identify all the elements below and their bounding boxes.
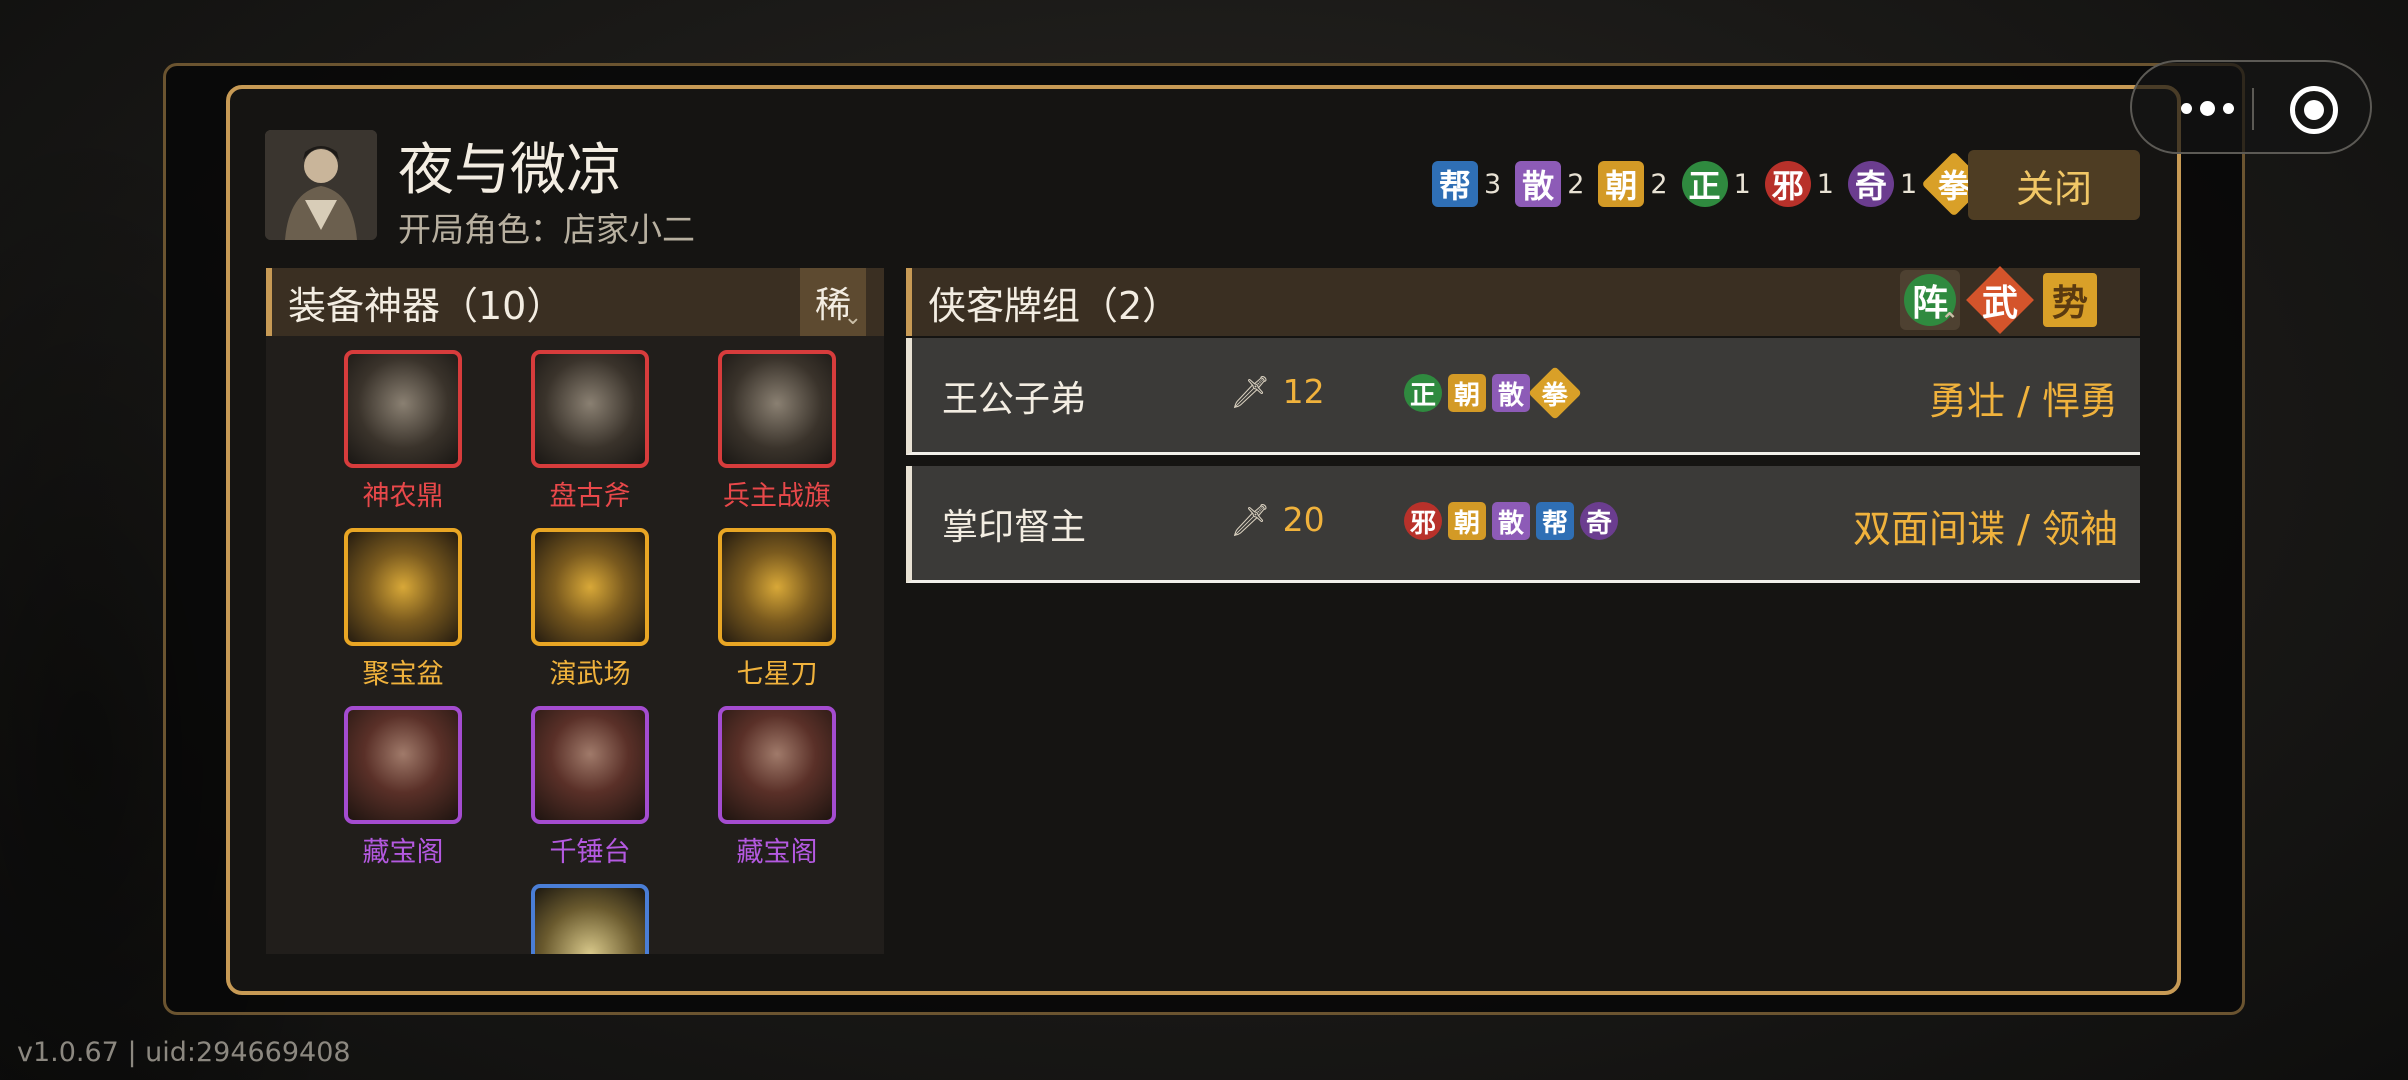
- artifact-card[interactable]: [344, 350, 462, 468]
- start-role: 开局角色：店家小二: [398, 210, 695, 249]
- hero-name: 王公子弟: [942, 379, 1087, 420]
- sword-icon: 🗡: [1230, 372, 1271, 411]
- faction-summary-item: 散2: [1515, 161, 1584, 207]
- artifact-name: 演武场: [549, 659, 631, 690]
- faction-summary-item: 朝2: [1598, 161, 1668, 207]
- artifact-card[interactable]: [344, 528, 462, 646]
- artifact-card[interactable]: [531, 706, 649, 824]
- artifact-name: 神农鼎: [362, 481, 444, 512]
- artifact-section-header: 装备神器（10） 稀 ⌄: [266, 268, 884, 336]
- hero-traits: 勇壮 / 悍勇: [1929, 379, 2118, 423]
- artifact-name: 聚宝盆: [362, 659, 444, 690]
- faction-tag-icon: 散: [1492, 502, 1530, 540]
- hero-traits: 双面间谍 / 领袖: [1853, 507, 2118, 551]
- faction-tag-icon: 正: [1681, 161, 1728, 207]
- close-button[interactable]: 关闭: [1968, 150, 2140, 220]
- artifact-card[interactable]: [718, 706, 836, 824]
- hero-sort-icons: 阵 ⌃ 武 势: [1900, 266, 2100, 334]
- hero-power-value: 12: [1282, 372, 1325, 411]
- faction-tag-icon: 散: [1492, 374, 1530, 412]
- artifact-name: 七星刀: [736, 659, 818, 690]
- artifact-card[interactable]: [531, 528, 649, 646]
- artifact-name: 藏宝阁: [736, 837, 818, 868]
- artifact-card[interactable]: [531, 884, 649, 954]
- hero-section-title: 侠客牌组（2）: [928, 283, 1181, 328]
- faction-tag-icon: 拳: [1528, 366, 1582, 420]
- faction-tag-icon: 散: [1515, 161, 1562, 207]
- momentum-icon: 势: [2043, 273, 2097, 327]
- mini-program-capsule: [2130, 60, 2372, 154]
- faction-count: 2: [1567, 168, 1585, 200]
- martial-sort-button[interactable]: 武: [1966, 266, 2034, 334]
- faction-tag-icon: 帮: [1432, 161, 1478, 207]
- artifact-name: 盘古斧: [549, 481, 631, 512]
- faction-tag-icon: 邪: [1404, 502, 1442, 540]
- hero-name: 掌印督主: [942, 507, 1087, 548]
- capsule-divider: [2252, 88, 2254, 130]
- momentum-sort-button[interactable]: 势: [2040, 270, 2100, 330]
- artifact-name: 兵主战旗: [723, 481, 831, 512]
- hero-row[interactable]: 王公子弟 🗡 12 正朝散拳 勇壮 / 悍勇: [906, 338, 2140, 455]
- faction-tag-icon: 朝: [1598, 161, 1645, 207]
- artifact-grid: 神农鼎 盘古斧 兵主战旗聚宝盆 演武场 七星刀藏宝阁 千锤台 藏宝阁: [266, 350, 884, 954]
- faction-count: 3: [1484, 168, 1502, 200]
- avatar: [265, 130, 377, 240]
- close-miniprogram-icon[interactable]: [2290, 86, 2338, 134]
- faction-count: 1: [1733, 168, 1751, 200]
- faction-count: 1: [1816, 168, 1834, 200]
- hero-faction-tags: 正朝散拳: [1404, 366, 1582, 420]
- avatar-portrait-icon: [265, 130, 377, 240]
- chevron-up-icon: ⌃: [1941, 308, 1958, 332]
- faction-summary: 帮3散2朝2正1邪1奇1拳1: [1432, 151, 2000, 217]
- artifact-section-title: 装备神器（10）: [288, 283, 565, 328]
- sword-icon: 🗡: [1230, 500, 1271, 539]
- hero-faction-tags: 邪朝散帮奇: [1404, 502, 1618, 540]
- version-label: v1.0.67 | uid:294669408: [17, 1037, 351, 1068]
- artifact-name: 千锤台: [549, 837, 631, 868]
- faction-summary-item: 正1: [1681, 161, 1751, 207]
- faction-summary-item: 邪1: [1764, 161, 1834, 207]
- faction-summary-item: 奇1: [1847, 161, 1918, 207]
- artifact-card[interactable]: [531, 350, 649, 468]
- faction-tag-icon: 朝: [1448, 502, 1486, 540]
- faction-tag-icon: 奇: [1847, 161, 1894, 207]
- hero-power-value: 20: [1282, 500, 1325, 539]
- hero-power: 🗡 20: [1230, 500, 1325, 539]
- more-icon[interactable]: [2162, 88, 2252, 128]
- artifact-card[interactable]: [718, 350, 836, 468]
- chevron-down-icon: ⌄: [843, 305, 862, 330]
- faction-count: 1: [1899, 168, 1918, 200]
- artifact-name: 藏宝阁: [362, 837, 444, 868]
- artifact-card[interactable]: [344, 706, 462, 824]
- hero-power: 🗡 12: [1230, 372, 1325, 411]
- formation-sort-button[interactable]: 阵 ⌃: [1900, 270, 1960, 332]
- rarity-sort-button[interactable]: 稀 ⌄: [800, 268, 866, 336]
- faction-summary-item: 帮3: [1432, 161, 1501, 207]
- faction-tag-icon: 朝: [1448, 374, 1486, 412]
- player-name: 夜与微凉: [398, 138, 622, 203]
- faction-count: 2: [1650, 168, 1668, 200]
- faction-tag-icon: 奇: [1580, 502, 1618, 540]
- hero-row[interactable]: 掌印督主 🗡 20 邪朝散帮奇 双面间谍 / 领袖: [906, 466, 2140, 583]
- faction-tag-icon: 帮: [1536, 502, 1574, 540]
- martial-icon: 武: [1966, 266, 2034, 334]
- faction-tag-icon: 邪: [1764, 161, 1811, 207]
- faction-tag-icon: 正: [1404, 374, 1442, 412]
- artifact-card[interactable]: [718, 528, 836, 646]
